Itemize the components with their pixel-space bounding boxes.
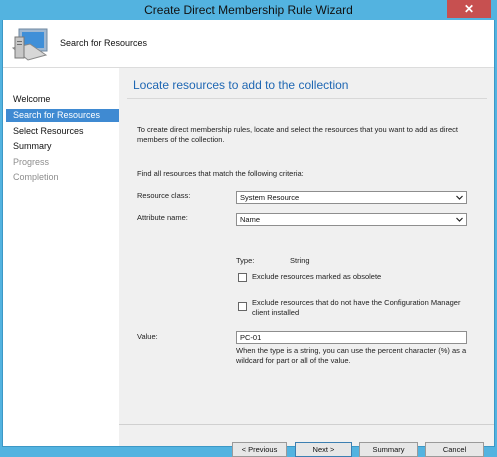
criteria-heading: Find all resources that match the follow… bbox=[137, 169, 304, 178]
attribute-name-label: Attribute name: bbox=[137, 213, 188, 222]
attribute-name-select[interactable]: Name bbox=[236, 213, 467, 226]
type-value: String bbox=[290, 256, 310, 265]
nav-item-progress: Progress bbox=[13, 157, 50, 167]
wizard-header: Search for Resources bbox=[3, 20, 494, 68]
window-title: Create Direct Membership Rule Wizard bbox=[144, 3, 353, 17]
title-bar[interactable]: Create Direct Membership Rule Wizard ✕ bbox=[0, 0, 497, 20]
next-button[interactable]: Next > bbox=[295, 442, 352, 457]
resource-class-label: Resource class: bbox=[137, 191, 191, 200]
footer-divider bbox=[119, 424, 494, 425]
chevron-down-icon bbox=[456, 217, 463, 222]
resource-class-value: System Resource bbox=[240, 193, 300, 202]
previous-button[interactable]: < Previous bbox=[232, 442, 287, 457]
close-button[interactable]: ✕ bbox=[447, 0, 491, 18]
wizard-client-area: Search for Resources Welcome Search for … bbox=[2, 20, 495, 457]
intro-text: To create direct membership rules, locat… bbox=[137, 125, 458, 144]
attribute-name-value: Name bbox=[240, 215, 261, 224]
resource-class-select[interactable]: System Resource bbox=[236, 191, 467, 204]
exclude-no-client-label: Exclude resources that do not have the C… bbox=[252, 298, 461, 317]
type-label: Type: bbox=[236, 256, 255, 265]
value-label: Value: bbox=[137, 332, 158, 341]
chevron-down-icon bbox=[456, 195, 463, 200]
wizard-window: Create Direct Membership Rule Wizard ✕ S… bbox=[0, 0, 497, 457]
cancel-button[interactable]: Cancel bbox=[425, 442, 484, 457]
summary-button[interactable]: Summary bbox=[359, 442, 418, 457]
page-title: Locate resources to add to the collectio… bbox=[133, 78, 349, 92]
computer-icon bbox=[11, 28, 48, 61]
wizard-nav: Welcome Search for Resources Select Reso… bbox=[3, 68, 119, 446]
title-divider bbox=[127, 98, 487, 99]
nav-item-summary[interactable]: Summary bbox=[6, 140, 119, 153]
header-step-title: Search for Resources bbox=[60, 38, 148, 48]
value-hint: When the type is a string, you can use t… bbox=[236, 346, 467, 365]
exclude-obsolete-label: Exclude resources marked as obsolete bbox=[252, 272, 382, 281]
value-input[interactable]: PC-01 bbox=[236, 331, 467, 344]
nav-item-search-for-resources[interactable]: Search for Resources bbox=[6, 109, 119, 122]
exclude-obsolete-checkbox[interactable] bbox=[238, 273, 247, 282]
wizard-main-panel: Locate resources to add to the collectio… bbox=[119, 68, 494, 457]
nav-item-completion: Completion bbox=[13, 172, 59, 182]
nav-item-welcome[interactable]: Welcome bbox=[6, 93, 119, 106]
nav-item-select-resources[interactable]: Select Resources bbox=[6, 125, 119, 138]
exclude-no-client-checkbox[interactable] bbox=[238, 302, 247, 311]
